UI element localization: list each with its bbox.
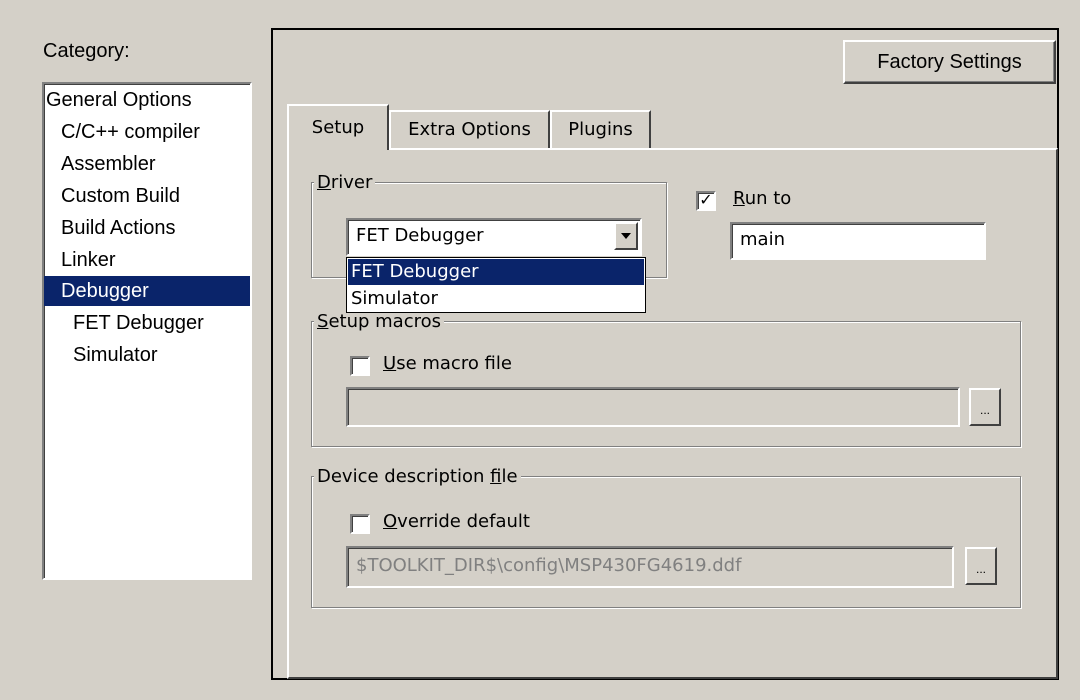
driver-select-value: FET Debugger	[356, 225, 484, 246]
tab-extra-options[interactable]: Extra Options	[389, 110, 550, 148]
use-macro-file-label: Use macro file	[383, 353, 512, 374]
macro-file-path-input[interactable]	[346, 387, 960, 427]
device-description-group	[311, 476, 1021, 608]
override-default-checkbox[interactable]	[350, 514, 370, 534]
tab-setup[interactable]: Setup	[287, 104, 389, 150]
category-label: Category:	[43, 40, 130, 62]
device-description-path-input[interactable]: $TOOLKIT_DIR$\config\MSP430FG4619.ddf	[346, 546, 954, 588]
category-item-fet-debugger[interactable]: FET Debugger	[44, 308, 204, 338]
driver-dropdown-list[interactable]: FET Debugger Simulator	[346, 257, 646, 313]
device-description-browse-button[interactable]: ...	[965, 547, 997, 585]
category-item-general-options[interactable]: General Options	[44, 85, 252, 115]
factory-settings-button[interactable]: Factory Settings	[843, 40, 1056, 84]
driver-option-simulator[interactable]: Simulator	[348, 286, 644, 312]
chevron-down-icon	[621, 233, 631, 239]
setup-macros-group	[311, 321, 1021, 447]
driver-option-fet-debugger[interactable]: FET Debugger	[348, 259, 644, 285]
run-to-input[interactable]: main	[730, 222, 986, 260]
tab-plugins[interactable]: Plugins	[550, 110, 651, 148]
setup-macros-title: Setup macros	[314, 312, 444, 332]
category-item-custom-build[interactable]: Custom Build	[44, 181, 180, 211]
override-default-label: Override default	[383, 511, 530, 532]
category-item-assembler[interactable]: Assembler	[44, 149, 155, 179]
run-to-checkbox[interactable]: ✓	[696, 191, 716, 211]
use-macro-file-checkbox[interactable]	[350, 356, 370, 376]
run-to-label: Run to	[733, 188, 792, 209]
category-item-simulator[interactable]: Simulator	[44, 340, 157, 370]
driver-select[interactable]: FET Debugger	[346, 218, 642, 256]
driver-group-title: Driver	[314, 173, 376, 193]
category-item-linker[interactable]: Linker	[44, 245, 115, 275]
category-list[interactable]: General Options C/C++ compiler Assembler…	[42, 82, 252, 580]
device-description-title: Device description file	[314, 467, 521, 487]
macro-browse-button[interactable]: ...	[969, 388, 1001, 426]
dropdown-arrow-button[interactable]	[614, 222, 638, 250]
category-item-c-cpp-compiler[interactable]: C/C++ compiler	[44, 117, 200, 147]
category-item-debugger[interactable]: Debugger	[44, 276, 250, 306]
category-item-build-actions[interactable]: Build Actions	[44, 213, 176, 243]
